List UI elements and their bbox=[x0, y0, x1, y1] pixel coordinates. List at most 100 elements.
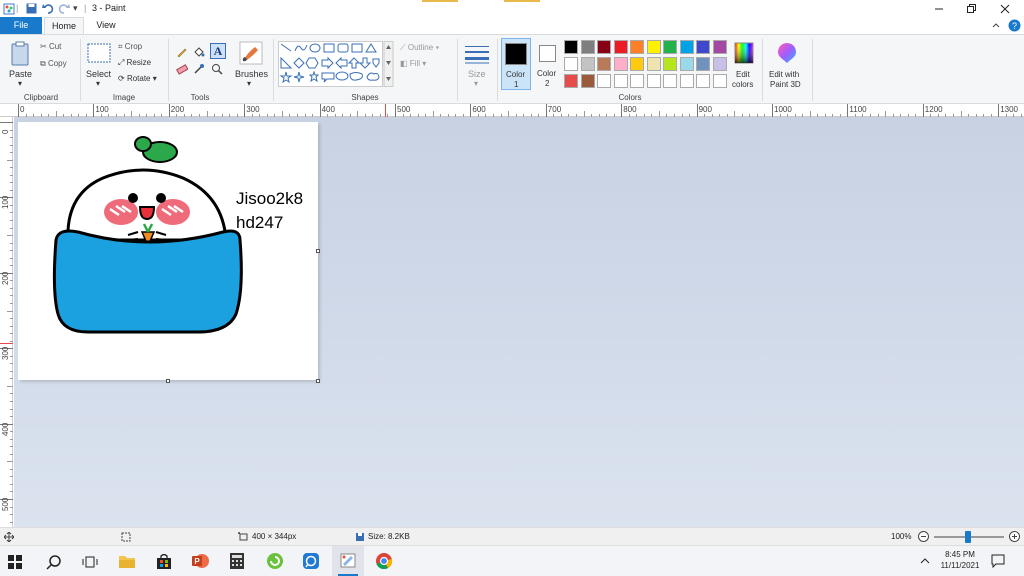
clock[interactable]: 8:45 PM 11/11/2021 bbox=[938, 549, 982, 571]
color-swatch[interactable] bbox=[696, 57, 710, 71]
color-swatch[interactable] bbox=[630, 74, 644, 88]
undo-icon[interactable] bbox=[42, 3, 54, 14]
magnifier-icon[interactable] bbox=[211, 63, 223, 75]
color-swatch[interactable] bbox=[663, 40, 677, 54]
color-swatch[interactable] bbox=[679, 74, 694, 88]
restore-icon[interactable] bbox=[965, 3, 977, 15]
rotate-button[interactable]: ⟳ Rotate ▾ bbox=[118, 74, 157, 83]
resize-handle-right[interactable] bbox=[316, 249, 320, 253]
resize-label: Resize bbox=[126, 58, 152, 67]
fill-button[interactable]: ◧ Fill ▾ bbox=[400, 59, 426, 68]
resize-handle-corner[interactable] bbox=[316, 379, 320, 383]
color-swatch[interactable] bbox=[712, 74, 727, 88]
tab-file[interactable]: File bbox=[0, 17, 42, 34]
file-explorer-icon[interactable] bbox=[118, 553, 140, 575]
select-dropdown-icon: ▾ bbox=[96, 79, 101, 88]
copy-button[interactable]: ⧉ Copy bbox=[40, 59, 67, 69]
outline-button[interactable]: ⟋ Outline ▾ bbox=[400, 43, 439, 53]
color-swatch[interactable] bbox=[630, 57, 644, 71]
color-swatch[interactable] bbox=[597, 40, 611, 54]
save-icon[interactable] bbox=[26, 3, 37, 14]
color-swatch[interactable] bbox=[712, 40, 727, 54]
resize-handle-bottom[interactable] bbox=[166, 379, 170, 383]
color-swatch[interactable] bbox=[646, 40, 661, 54]
drawing-canvas[interactable]: Jisoo2k8 hd247 bbox=[18, 122, 318, 380]
notifications-icon[interactable] bbox=[991, 554, 1005, 568]
paint-app-icon[interactable] bbox=[3, 3, 15, 15]
tab-home[interactable]: Home bbox=[44, 17, 84, 34]
fill-bucket-icon[interactable] bbox=[193, 46, 205, 58]
color-swatch[interactable] bbox=[712, 57, 727, 71]
store-icon[interactable] bbox=[155, 552, 177, 574]
greenshot-icon[interactable] bbox=[266, 552, 288, 574]
edit-colors-button[interactable]: Edit colors bbox=[731, 39, 757, 91]
pencil-icon[interactable] bbox=[176, 46, 188, 58]
color-swatch[interactable] bbox=[580, 40, 595, 54]
color-swatch[interactable] bbox=[663, 74, 677, 88]
close-icon[interactable] bbox=[999, 3, 1011, 15]
select-button[interactable]: Select ▾ bbox=[84, 39, 114, 89]
color-swatch[interactable] bbox=[696, 74, 710, 88]
resize-button[interactable]: ⤢ Resize bbox=[118, 58, 151, 68]
color-swatch[interactable] bbox=[663, 57, 677, 71]
minimize-icon[interactable] bbox=[933, 3, 945, 15]
color-swatch[interactable] bbox=[613, 40, 628, 54]
rotate-icon: ⟳ bbox=[118, 74, 125, 83]
color-picker-icon[interactable] bbox=[193, 63, 205, 75]
brushes-button[interactable]: Brushes ▾ bbox=[234, 39, 268, 89]
color1-button[interactable]: Color 1 bbox=[501, 38, 531, 90]
calculator-icon[interactable] bbox=[229, 552, 251, 574]
crop-button[interactable]: ⌗ Crop bbox=[118, 42, 142, 52]
tab-view[interactable]: View bbox=[86, 17, 126, 34]
ruler-minor-tick bbox=[10, 280, 13, 282]
help-icon[interactable]: ? bbox=[1008, 19, 1021, 32]
color-swatch[interactable] bbox=[613, 57, 628, 71]
ruler-minor-tick bbox=[10, 189, 13, 191]
quick-access-dropdown-icon[interactable]: ▾ bbox=[73, 3, 78, 14]
color-swatch[interactable] bbox=[580, 74, 595, 88]
color-swatch[interactable] bbox=[597, 57, 611, 71]
zoom-in-icon[interactable] bbox=[1009, 531, 1020, 542]
redo-icon[interactable] bbox=[58, 3, 70, 14]
eraser-icon[interactable] bbox=[176, 63, 188, 75]
cut-button[interactable]: ✂ Cut bbox=[40, 42, 61, 51]
color-swatch[interactable] bbox=[613, 74, 628, 88]
powerpoint-icon[interactable]: P bbox=[191, 552, 213, 574]
color-swatch[interactable] bbox=[564, 74, 578, 88]
ruler-minor-tick bbox=[10, 446, 13, 448]
chrome-icon[interactable] bbox=[375, 552, 397, 574]
color-swatch[interactable] bbox=[597, 74, 611, 88]
color2-button[interactable]: Color 2 bbox=[533, 38, 563, 90]
chat-app-icon[interactable] bbox=[302, 552, 324, 574]
color-swatch[interactable] bbox=[679, 57, 694, 71]
edit-colors-label: Edit bbox=[736, 70, 750, 79]
shapes-gallery[interactable] bbox=[278, 41, 394, 87]
zoom-out-icon[interactable] bbox=[918, 531, 929, 542]
zoom-slider-thumb[interactable] bbox=[965, 531, 971, 543]
task-view-icon[interactable] bbox=[82, 554, 104, 576]
paste-button[interactable]: Paste ▾ bbox=[6, 39, 36, 89]
color-swatch[interactable] bbox=[679, 40, 694, 54]
paint-taskbar-button[interactable] bbox=[332, 546, 364, 576]
search-icon[interactable] bbox=[46, 554, 68, 576]
workspace[interactable]: Jisoo2k8 hd247 bbox=[14, 117, 1024, 527]
ruler-minor-tick bbox=[10, 227, 13, 229]
disk-icon bbox=[356, 533, 364, 541]
size-button[interactable]: Size ▾ bbox=[462, 39, 492, 89]
resize-icon: ⤢ bbox=[118, 58, 125, 67]
ruler-minor-tick bbox=[10, 400, 13, 402]
color-swatch[interactable] bbox=[696, 40, 710, 54]
show-hidden-icons-icon[interactable] bbox=[920, 557, 930, 565]
edit-with-paint3d-button[interactable]: Edit with Paint 3D bbox=[766, 39, 808, 91]
text-tool-icon[interactable]: A bbox=[210, 43, 226, 59]
color-swatch[interactable] bbox=[646, 57, 661, 71]
ruler-minor-tick bbox=[10, 453, 13, 455]
color-swatch[interactable] bbox=[564, 40, 578, 54]
color-swatch[interactable] bbox=[580, 57, 595, 71]
color-swatch[interactable] bbox=[564, 57, 578, 71]
color-swatch[interactable] bbox=[646, 74, 661, 88]
color-swatch[interactable] bbox=[630, 40, 644, 54]
collapse-ribbon-icon[interactable] bbox=[991, 21, 1001, 31]
ruler-minor-tick bbox=[10, 476, 13, 478]
windows-start-icon[interactable] bbox=[7, 554, 29, 576]
